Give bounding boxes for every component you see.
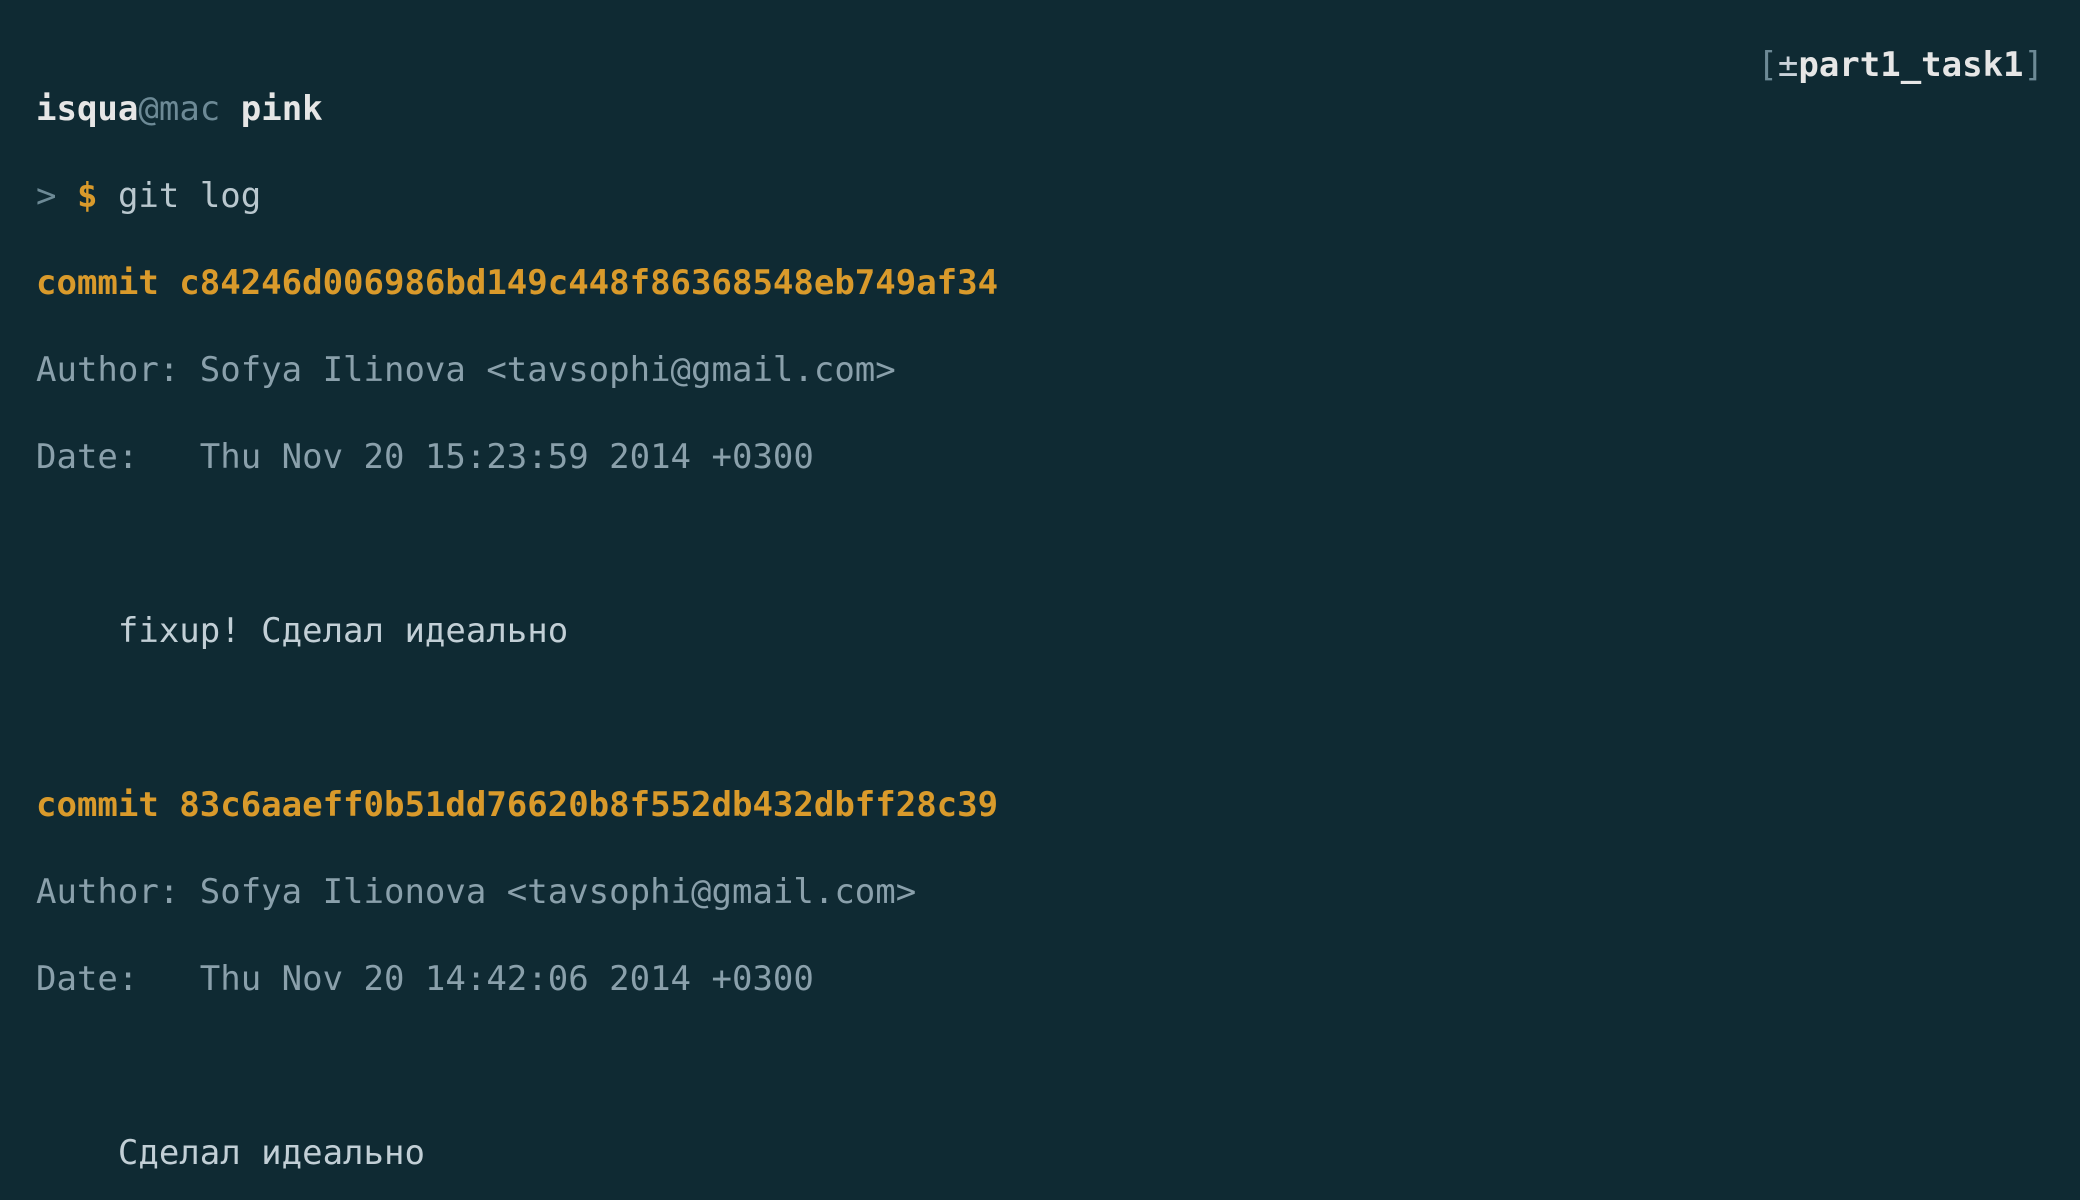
- prompt-cwd: pink: [241, 89, 323, 129]
- git-branch-indicator: [±part1_task1]: [1757, 44, 2044, 88]
- commit-message: Сделал идеально: [36, 1132, 2044, 1176]
- prompt-arrow: >: [36, 176, 56, 216]
- commit-date: Date: Thu Nov 20 15:23:59 2014 +0300: [36, 436, 2044, 480]
- prompt-user: isqua: [36, 89, 138, 129]
- command-text: git log: [118, 176, 261, 216]
- terminal[interactable]: isqua@mac pink > $ git log commit c84246…: [0, 0, 2080, 1200]
- blank-line: [36, 697, 2044, 741]
- commit-header: commit 83c6aaeff0b51dd76620b8f552db432db…: [36, 784, 2044, 828]
- commit-author: Author: Sofya Ilionova <tavsophi@gmail.c…: [36, 871, 2044, 915]
- commit-date: Date: Thu Nov 20 14:42:06 2014 +0300: [36, 958, 2044, 1002]
- prompt-at: @: [138, 89, 158, 129]
- prompt-dollar: $: [77, 176, 97, 216]
- prompt-line-1: isqua@mac pink: [36, 88, 2044, 132]
- blank-line: [36, 1045, 2044, 1089]
- blank-line: [36, 523, 2044, 567]
- commit-author: Author: Sofya Ilinova <tavsophi@gmail.co…: [36, 349, 2044, 393]
- bracket-close: ]: [2024, 45, 2044, 85]
- prompt-line-2: > $ git log: [36, 175, 2044, 219]
- commit-message: fixup! Сделал идеально: [36, 610, 2044, 654]
- prompt-host: mac: [159, 89, 220, 129]
- status-symbol: ±: [1778, 45, 1798, 85]
- bracket-open: [: [1757, 45, 1777, 85]
- commit-header: commit c84246d006986bd149c448f86368548eb…: [36, 262, 2044, 306]
- branch-name: part1_task1: [1798, 45, 2023, 85]
